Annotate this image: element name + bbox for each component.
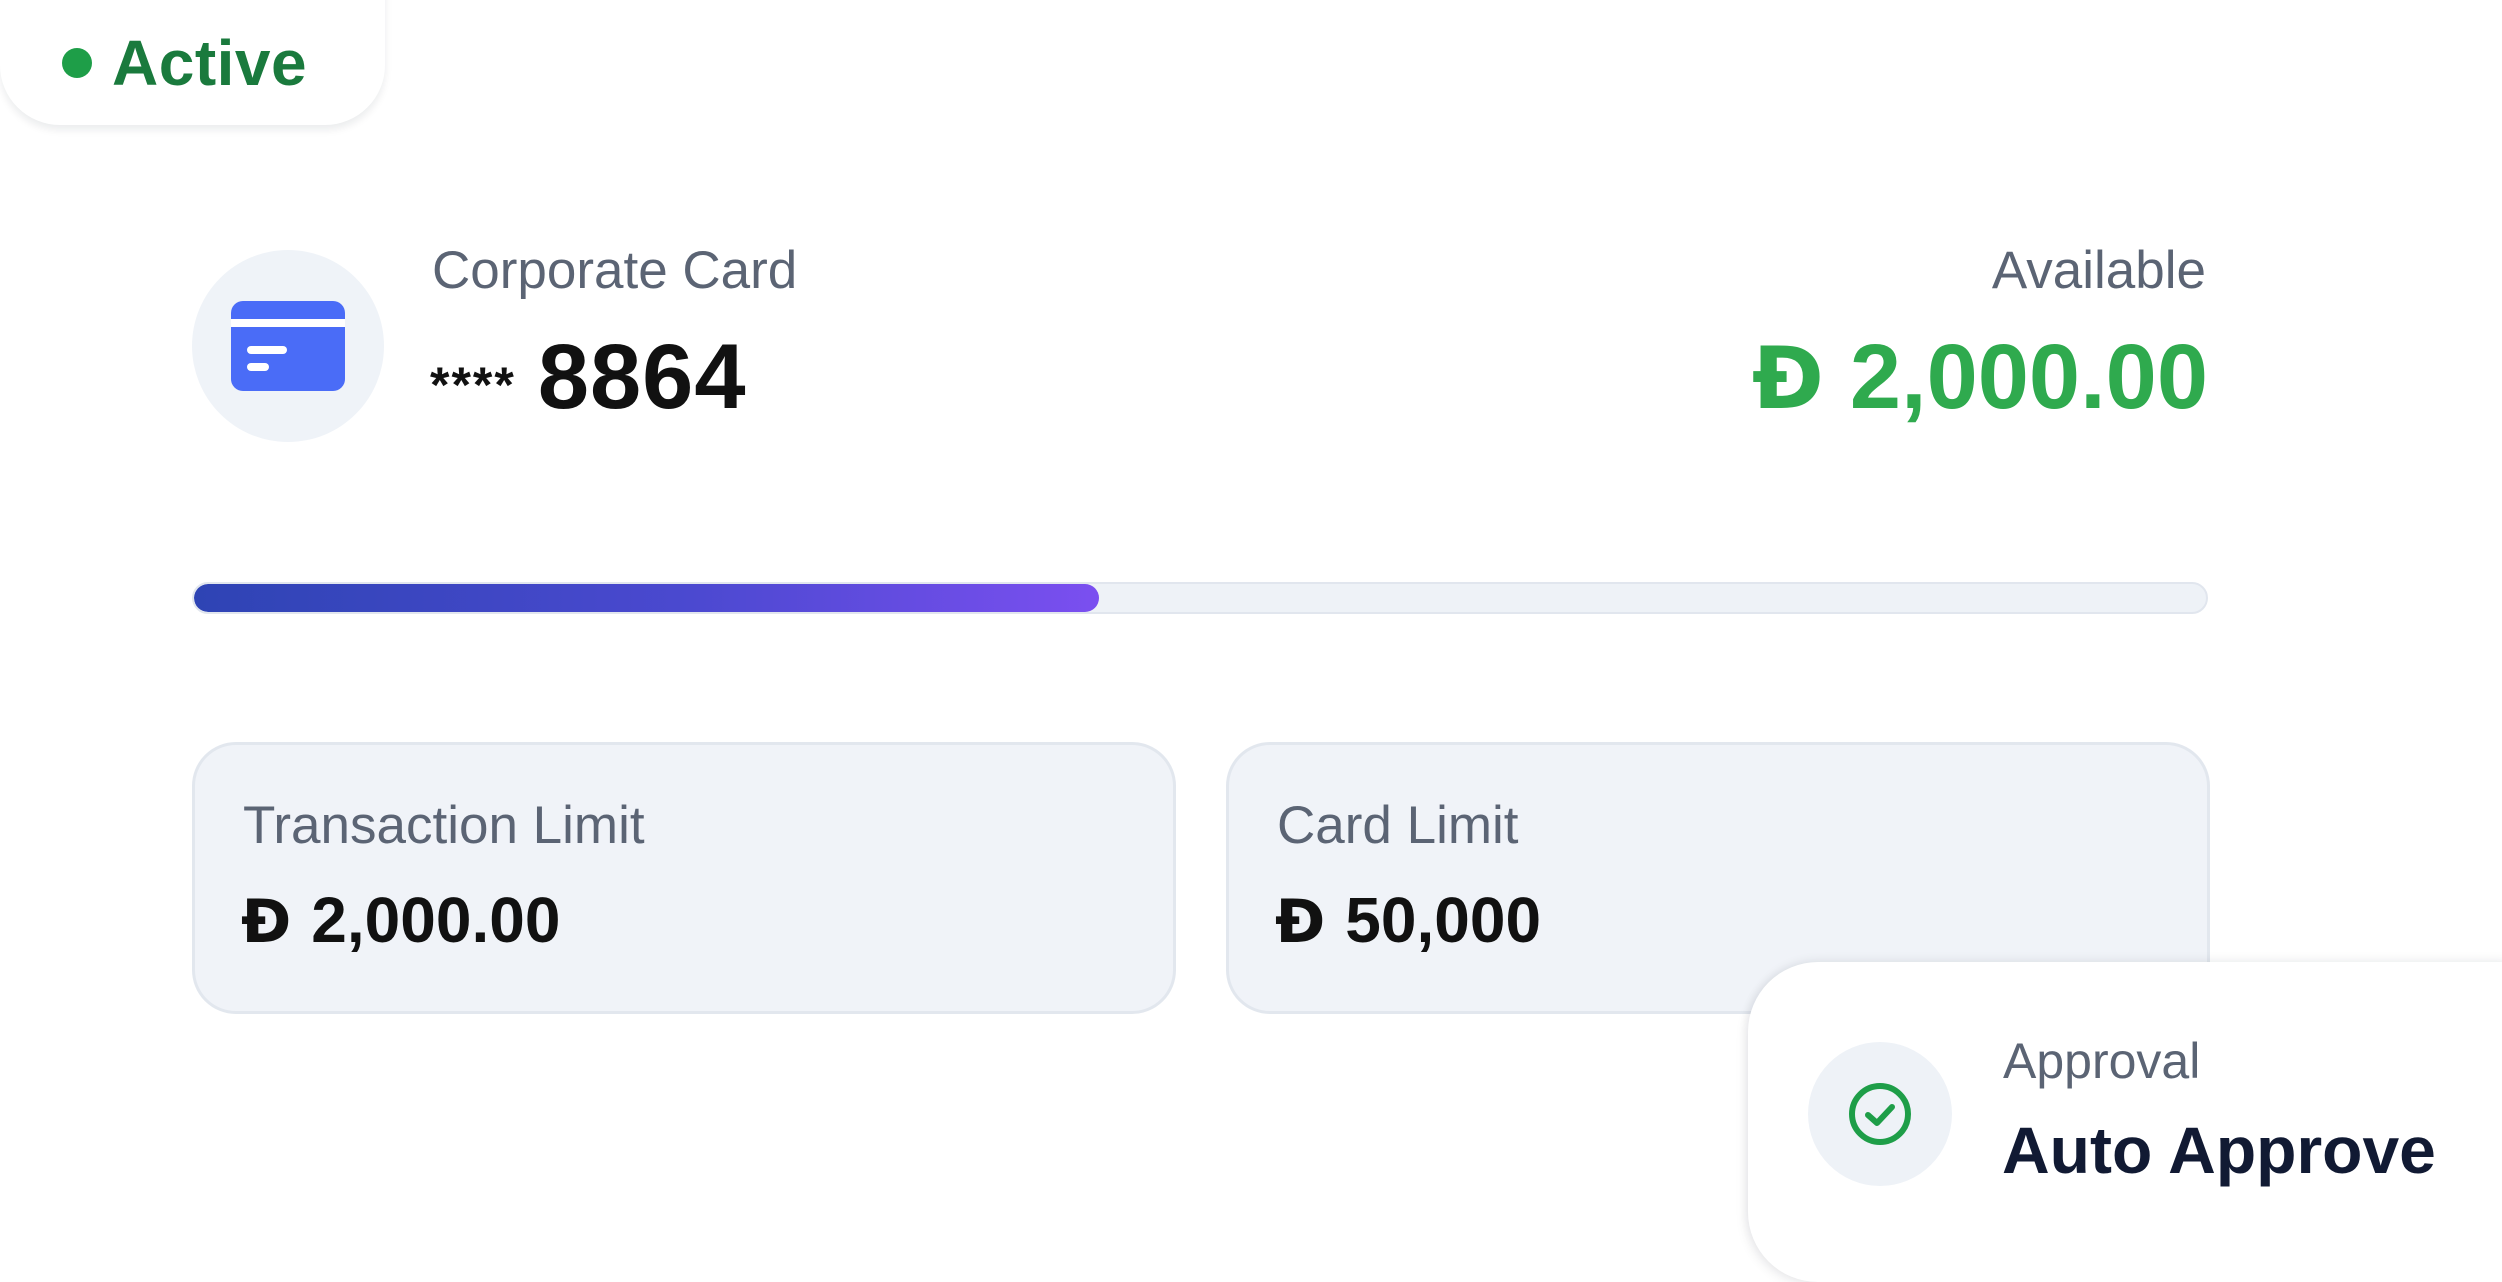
credit-card-icon [231,301,345,391]
available-value: 2,000.00 [1849,326,2208,428]
card-limit-label: Card Limit [1277,796,1519,855]
transaction-limit-value: Ð 2,000.00 [241,883,560,957]
status-badge: Active [0,0,385,125]
card-number-mask: **** [430,357,516,413]
check-circle-icon [1849,1083,1911,1145]
available-label: Available [1991,241,2206,300]
available-amount: Ð 2,000.00 [1752,325,2208,430]
approval-icon-container [1808,1042,1952,1186]
card-icon-container [192,250,384,442]
card-number: **** 8864 [430,325,747,430]
approval-card: Approval Auto Approve [1748,962,2502,1282]
status-dot-icon [62,47,92,78]
spend-progress-fill [194,584,1100,612]
status-label: Active [112,26,308,99]
currency-symbol: Ð [241,887,292,957]
card-last-four: 8864 [537,326,747,428]
spend-progress-bar [192,582,2208,614]
transaction-limit-card: Transaction Limit Ð 2,000.00 [192,742,1176,1014]
approval-value: Auto Approve [2002,1113,2436,1187]
transaction-limit-amount: 2,000.00 [311,884,561,956]
approval-label: Approval [2003,1033,2201,1089]
card-limit-amount: 50,000 [1345,884,1542,956]
currency-symbol: Ð [1751,329,1824,429]
card-limit-value: Ð 50,000 [1275,883,1541,957]
currency-symbol: Ð [1275,887,1326,957]
transaction-limit-label: Transaction Limit [243,796,645,855]
card-title: Corporate Card [432,241,798,300]
